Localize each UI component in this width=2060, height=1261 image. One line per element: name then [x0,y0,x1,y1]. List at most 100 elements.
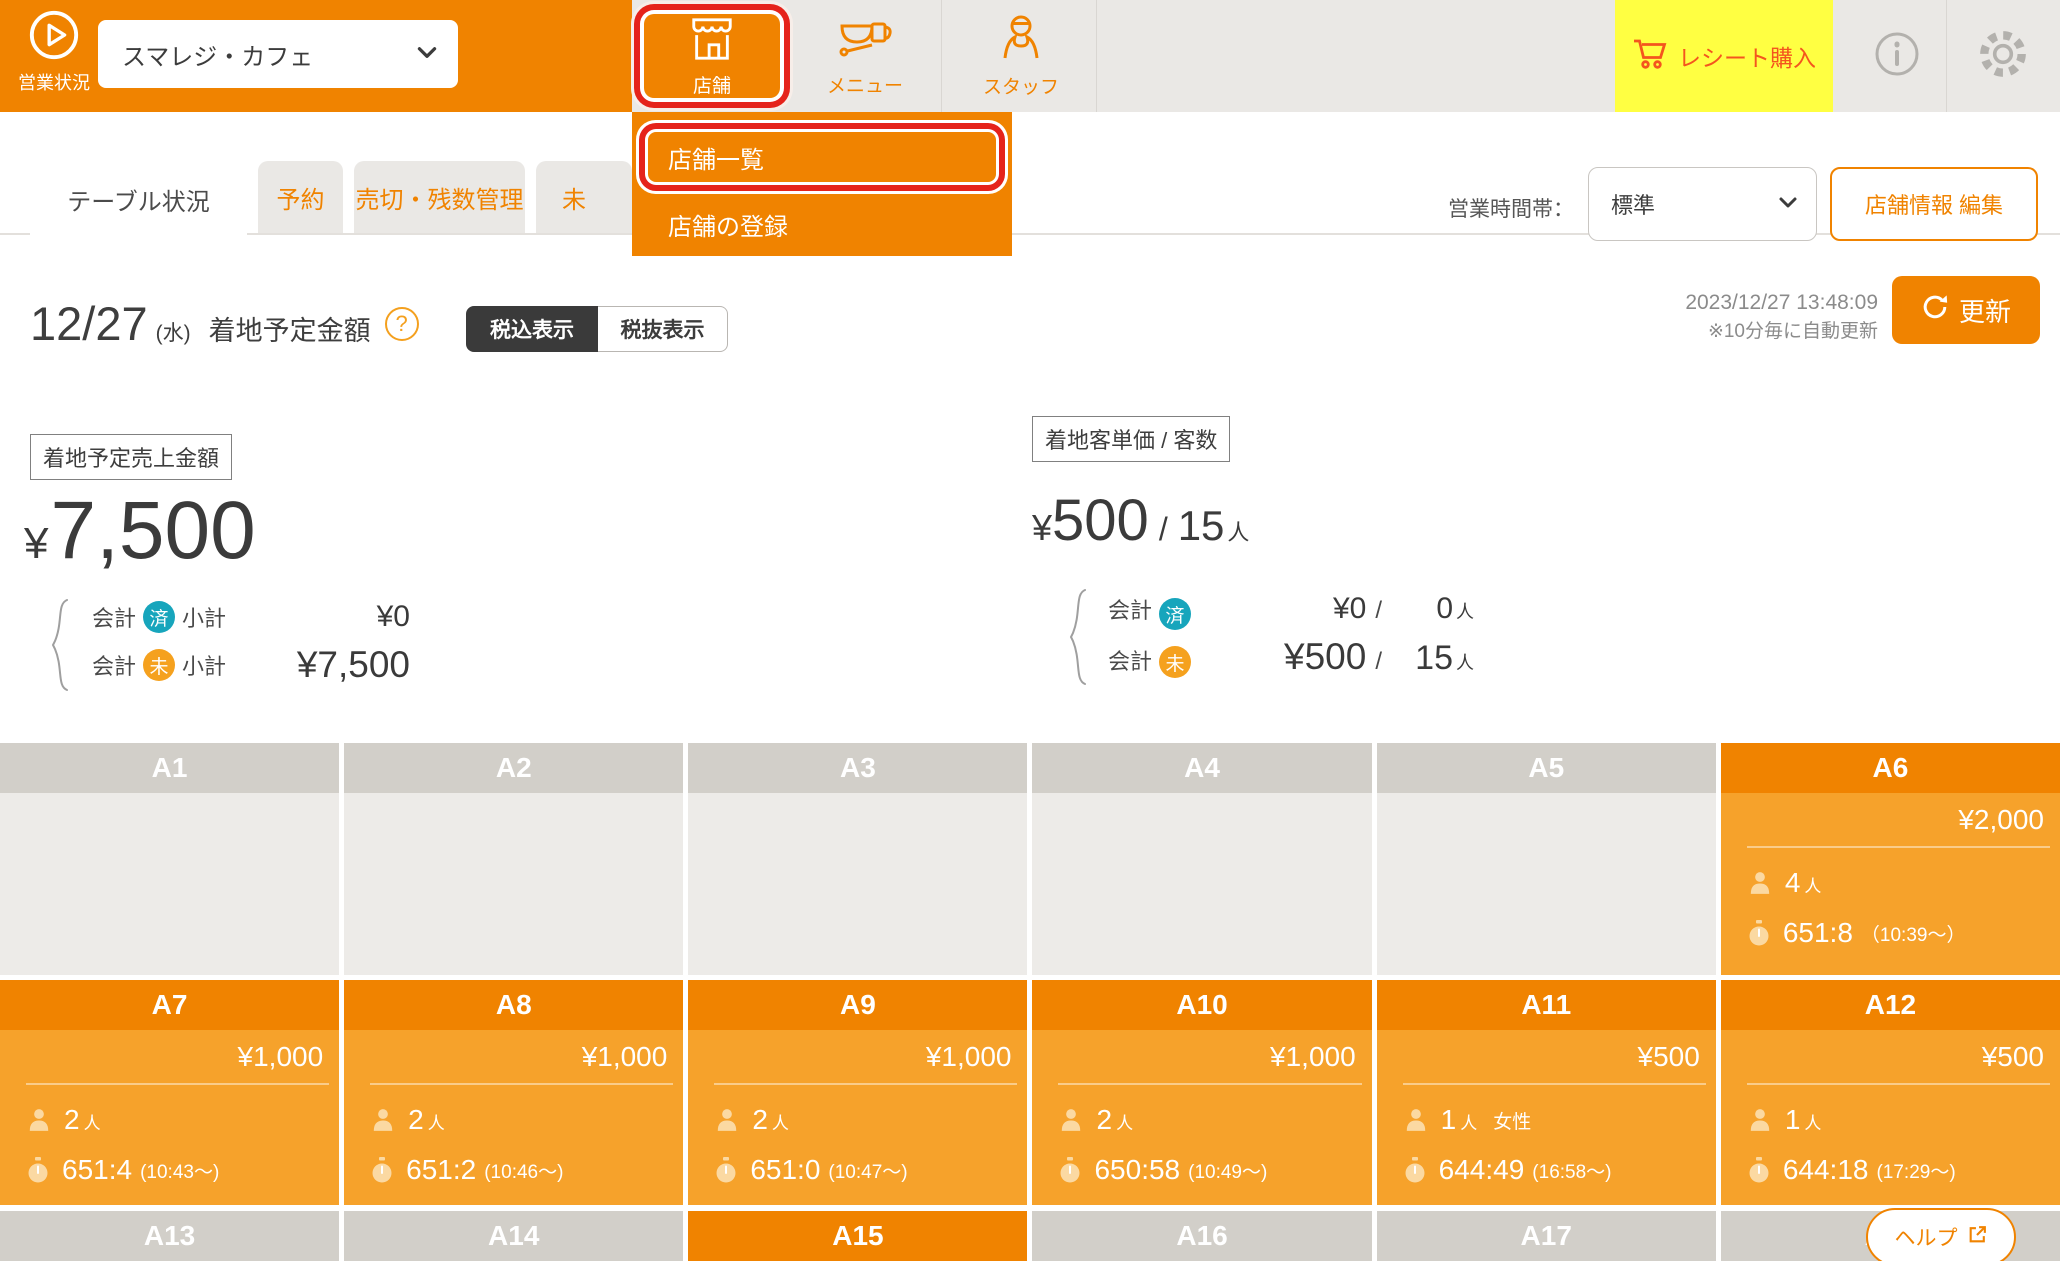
guest-count-line: 4人 [1747,869,2060,897]
tab-soldout[interactable]: 売切・残数管理 [354,161,525,233]
tab-table-status[interactable]: テーブル状況 [30,160,247,238]
cart-icon [1632,36,1668,76]
per-customer-label: 着地客単価 / 客数 [1032,416,1230,462]
table-grid-row-2: A7 ¥1,000 2人 651:4(10:43～) A8 [0,980,2060,1205]
person-icon [370,1107,396,1133]
guest-count-line: 2人 [714,1106,1027,1134]
person-icon [1747,1107,1773,1133]
play-circle-icon [27,8,81,67]
paid-badge: 済 [1159,598,1191,630]
stopwatch-icon [1747,1157,1771,1184]
nav-store-button[interactable]: 店舗 [644,14,780,98]
table-amount: ¥1,000 [0,1030,339,1071]
table-amount: ¥1,000 [344,1030,683,1071]
table-amount: ¥2,000 [1721,793,2060,834]
elapsed-time-line: 650:58(10:49～) [1058,1156,1371,1184]
table-cell-a12[interactable]: A12 ¥500 1人 644:18(17:29～) [1721,980,2060,1205]
table-grid-row-3: A13 A14 A15 A16 A17 A18 [0,1211,2060,1261]
person-icon [1403,1107,1429,1133]
question-icon[interactable]: ? [385,307,419,341]
summary-title: 着地予定金額 [209,318,371,345]
projected-sales-total: ¥ 7,500 [24,490,256,572]
person-icon [1747,870,1773,896]
unpaid-badge: 未 [143,649,175,681]
table-cell-a17[interactable]: A17 [1377,1211,1716,1261]
sales-paid-row: 会計 済 小計 ¥0 [92,596,410,638]
business-hours-select[interactable]: 標準 [1588,167,1817,241]
per-customer-paid-row: 会計 済 ¥0 / 0 人 [1108,592,1474,636]
weekday-value: (水) [156,323,191,344]
cafe-menu-icon [836,14,894,66]
table-cell-a5[interactable]: A5 [1377,743,1716,975]
guest-count-line: 2人 [370,1106,683,1134]
table-cell-a1[interactable]: A1 [0,743,339,975]
per-customer-unpaid-row: 会計 未 ¥500 / 15 人 [1108,636,1474,688]
table-amount: ¥500 [1721,1030,2060,1071]
storefront-icon [685,15,739,68]
tax-display-toggle: 税込表示 税抜表示 [466,306,728,352]
info-button[interactable] [1848,0,1946,112]
sales-breakdown: 会計 済 小計 ¥0 会計 未 小計 ¥7,500 [92,596,410,692]
tax-excluded-toggle[interactable]: 税抜表示 [598,306,728,352]
nav-staff-label: スタッフ [983,72,1059,99]
store-selector[interactable]: スマレジ・カフェ [98,20,458,88]
sales-paid-value: ¥0 [377,600,410,634]
business-status-button[interactable]: 営業状況 [8,8,100,95]
edit-store-info-button[interactable]: 店舗情報 編集 [1830,167,2038,241]
menu-item-store-list[interactable]: 店舗一覧 [648,132,996,182]
table-cell-a15[interactable]: A15 [688,1211,1027,1261]
table-cell-a3[interactable]: A3 [688,743,1027,975]
tab-cut-off[interactable]: 未 [536,161,632,233]
nav-divider [1096,0,1097,112]
stopwatch-icon [714,1157,738,1184]
table-cell-a4[interactable]: A4 [1032,743,1371,975]
brace-glyph [1064,588,1090,691]
sales-total-value: 7,500 [50,490,255,572]
external-link-icon [1967,1224,1988,1251]
refresh-button[interactable]: 更新 [1892,276,2040,344]
table-cell-a7[interactable]: A7 ¥1,000 2人 651:4(10:43～) [0,980,339,1205]
nav-menu-button[interactable]: メニュー [790,0,940,112]
table-cell-a16[interactable]: A16 [1032,1211,1371,1261]
date-row: 12/27 (水) 着地予定金額 ? [30,300,419,347]
nav-store-label: 店舗 [693,71,731,98]
nav-menu-label: メニュー [827,71,903,98]
menu-item-store-register[interactable]: 店舗の登録 [668,196,788,252]
stopwatch-icon [370,1157,394,1184]
receipt-purchase-label: レシート購入 [1678,39,1816,73]
table-cell-a8[interactable]: A8 ¥1,000 2人 651:2(10:46～) [344,980,683,1205]
chevron-down-icon [414,39,440,70]
unpaid-badge: 未 [1159,646,1191,678]
top-bar: 営業状況 スマレジ・カフェ 店舗 メニュー スタ [0,0,2060,112]
auto-refresh-note: ※10分毎に自動更新 [1500,322,1878,341]
table-cell-a11[interactable]: A11 ¥500 1人女性 644:49(16:58～) [1377,980,1716,1205]
elapsed-time-line: 644:18(17:29～) [1747,1156,2060,1184]
person-icon [1058,1107,1084,1133]
per-customer-total: ¥ 500 / 15 人 [1032,492,1249,550]
updated-at: 2023/12/27 13:48:09 [1500,292,1878,313]
chevron-down-icon [1776,190,1800,219]
table-cell-a6[interactable]: A6 ¥2,000 4人 651:8（10:39～） [1721,743,2060,975]
table-cell-a14[interactable]: A14 [344,1211,683,1261]
table-cell-a10[interactable]: A10 ¥1,000 2人 650:58(10:49～) [1032,980,1371,1205]
guest-count-line: 1人 [1747,1106,2060,1134]
receipt-purchase-button[interactable]: レシート購入 [1615,0,1833,112]
help-button[interactable]: ヘルプ [1866,1208,2016,1261]
table-cell-a13[interactable]: A13 [0,1211,339,1261]
tax-included-toggle[interactable]: 税込表示 [466,306,598,352]
person-icon [714,1107,740,1133]
tab-reservation[interactable]: 予約 [258,161,343,233]
store-dropdown-menu: 店舗一覧 店舗の登録 [632,112,1012,256]
table-cell-a9[interactable]: A9 ¥1,000 2人 651:0(10:47～) [688,980,1027,1205]
stopwatch-icon [1747,920,1771,947]
smaregi-waiter-screen: 営業状況 スマレジ・カフェ 店舗 メニュー スタ [0,0,2060,1261]
elapsed-time-line: 651:0(10:47～) [714,1156,1027,1184]
table-cell-a2[interactable]: A2 [344,743,683,975]
table-amount: ¥1,000 [1032,1030,1371,1071]
person-icon [26,1107,52,1133]
staff-icon [997,13,1045,67]
settings-button[interactable] [1946,0,2060,112]
nav-staff-button[interactable]: スタッフ [946,0,1096,112]
info-icon [1873,30,1921,83]
stopwatch-icon [26,1157,50,1184]
